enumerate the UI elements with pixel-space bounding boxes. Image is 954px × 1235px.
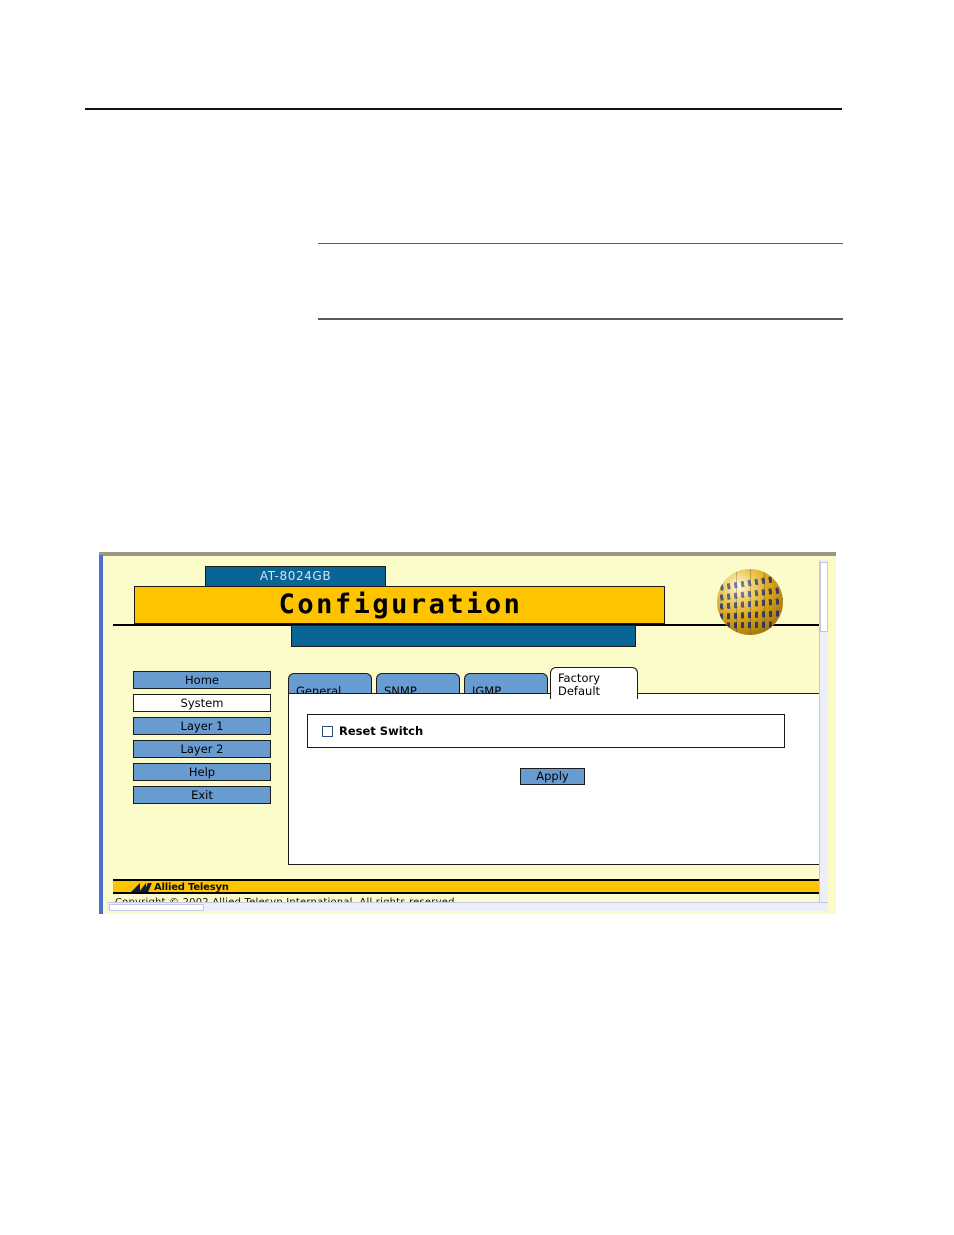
sidebar-item-home[interactable]: Home	[133, 671, 271, 689]
allied-telesyn-logo-text: Allied Telesyn	[154, 882, 229, 893]
reset-switch-fieldbox: Reset Switch	[307, 714, 785, 748]
globe-highlight	[717, 569, 783, 635]
horizontal-scrollbar[interactable]	[107, 902, 828, 911]
title-banner: Configuration	[134, 586, 665, 624]
page-header: AT-8024GB Configuration	[103, 556, 828, 661]
sidebar-item-layer-2[interactable]: Layer 2	[133, 740, 271, 758]
horizontal-scrollbar-thumb[interactable]	[109, 904, 204, 911]
document-middle-rule-lower	[318, 318, 843, 320]
browser-window: AT-8024GB Configuration Home System Laye…	[99, 552, 836, 914]
reset-switch-checkbox[interactable]	[322, 725, 333, 737]
document-middle-rule-upper	[318, 243, 843, 244]
apply-button[interactable]: Apply	[520, 768, 585, 785]
header-blue-strip	[291, 625, 636, 647]
document-top-rule	[85, 108, 842, 110]
footer-bar: Allied Telesyn	[113, 879, 823, 894]
reset-switch-row[interactable]: Reset Switch	[322, 724, 423, 738]
reset-switch-label: Reset Switch	[339, 724, 424, 738]
sidebar-item-system[interactable]: System	[133, 694, 271, 712]
sidebar-item-exit[interactable]: Exit	[133, 786, 271, 804]
vertical-scrollbar[interactable]	[819, 560, 828, 908]
globe-icon	[717, 569, 783, 635]
model-name-tab: AT-8024GB	[205, 566, 386, 587]
tab-factory-default-line2: Default	[558, 684, 601, 698]
sidebar-item-help[interactable]: Help	[133, 763, 271, 781]
sidebar-item-layer-1[interactable]: Layer 1	[133, 717, 271, 735]
sidebar-navigation: Home System Layer 1 Layer 2 Help Exit	[133, 671, 273, 809]
web-page-content: AT-8024GB Configuration Home System Laye…	[103, 556, 828, 911]
content-panel: Reset Switch Apply	[288, 693, 828, 865]
allied-telesyn-logo-icon	[131, 883, 152, 892]
allied-telesyn-logo: Allied Telesyn	[131, 882, 229, 893]
vertical-scrollbar-thumb[interactable]	[820, 562, 828, 632]
tab-factory-default[interactable]: Factory Default	[550, 667, 638, 699]
page-title: Configuration	[278, 589, 523, 620]
